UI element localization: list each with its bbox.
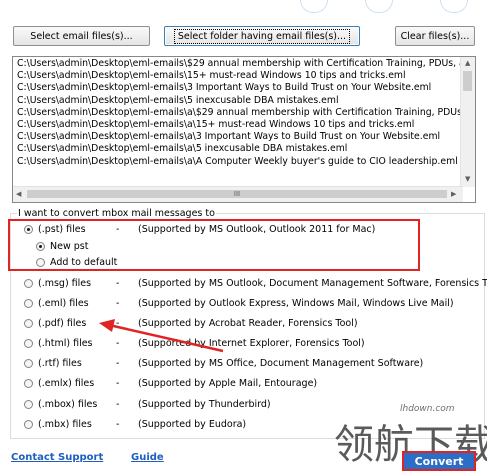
option-mbox[interactable]: (.mbox) files - (Supported by Thunderbir… [24,397,271,411]
radio-mbx[interactable] [24,419,33,429]
file-list-item[interactable]: C:\Users\admin\Desktop\eml-emails\a\15+ … [14,119,462,131]
file-list-item[interactable]: C:\Users\admin\Desktop\eml-emails\a\5 in… [14,143,462,155]
option-eml[interactable]: (.eml) files - (Supported by Outlook Exp… [24,296,454,310]
convert-label: Convert [414,454,464,468]
option-dash: - [116,297,120,309]
radio-html[interactable] [24,338,33,348]
decorative-header-shape [365,0,393,13]
decorative-header-shape [440,0,468,13]
option-desc: (Supported by Outlook Express, Windows M… [138,297,454,309]
option-desc: (Supported by Eudora) [138,418,247,430]
option-ext: (.mbx) files [38,418,92,430]
option-mbx[interactable]: (.mbx) files - (Supported by Eudora) [24,417,246,431]
file-list-rows: C:\Users\admin\Desktop\eml-emails\$29 an… [14,58,462,184]
decorative-header-shape [300,0,328,13]
horizontal-scrollbar[interactable]: ◀ III ▶ [13,186,463,202]
scroll-thumb-grip: III [233,190,241,198]
option-dash: - [116,377,120,389]
clear-files-button[interactable]: Clear files(s)... [395,26,475,46]
red-annotation-arrow-icon [99,319,224,353]
radio-emlx[interactable] [24,378,33,388]
select-folder-label: Select folder having email files(s)... [173,28,351,44]
radio-mbox[interactable] [24,399,33,409]
option-emlx[interactable]: (.emlx) files - (Supported by Apple Mail… [24,376,317,390]
file-list-item[interactable]: C:\Users\admin\Desktop\eml-emails\a\A Co… [14,156,462,168]
select-email-files-label: Select email files(s)... [30,30,133,42]
convert-options-legend: I want to convert mbox mail messages to [17,208,216,219]
file-list-item[interactable]: C:\Users\admin\Desktop\eml-emails\5 inex… [14,95,462,107]
scroll-right-arrow-icon[interactable]: ▶ [451,190,456,198]
watermark-url: lhdown.com [400,404,455,414]
option-desc: (Supported by MS Office, Document Manage… [138,357,424,369]
radio-msg[interactable] [24,278,33,288]
option-ext: (.rtf) files [38,357,82,369]
option-dash: - [116,418,120,430]
file-list-item[interactable]: C:\Users\admin\Desktop\eml-emails\15+ mu… [14,70,462,82]
option-desc: (Supported by Apple Mail, Entourage) [138,377,318,389]
file-list-item[interactable]: C:\Users\admin\Desktop\eml-emails\a\$29 … [14,107,462,119]
vertical-scrollbar[interactable]: ▲ ▼ [460,57,475,187]
clear-files-label: Clear files(s)... [400,30,470,42]
option-desc: (Supported by Thunderbird) [138,398,271,410]
option-dash: - [116,277,120,289]
scroll-down-arrow-icon[interactable]: ▼ [465,175,470,183]
option-ext: (.emlx) files [38,377,95,389]
option-desc: (Supported by MS Outlook, Document Manag… [138,277,487,289]
scroll-left-arrow-icon[interactable]: ◀ [16,190,21,198]
contact-support-link[interactable]: Contact Support [11,452,103,463]
vertical-scroll-thumb[interactable] [463,71,472,91]
highlight-box [8,219,420,271]
select-email-files-button[interactable]: Select email files(s)... [13,26,150,46]
radio-rtf[interactable] [24,358,33,368]
radio-pdf[interactable] [24,318,33,328]
option-dash: - [116,357,120,369]
select-folder-button[interactable]: Select folder having email files(s)... [164,26,360,46]
option-dash: - [116,398,120,410]
file-list-item[interactable]: C:\Users\admin\Desktop\eml-emails\3 Impo… [14,82,462,94]
convert-button[interactable]: Convert [402,451,476,471]
option-ext: (.msg) files [38,277,92,289]
file-list-item[interactable]: C:\Users\admin\Desktop\eml-emails\$29 an… [14,58,462,70]
scroll-up-arrow-icon[interactable]: ▲ [465,59,470,67]
guide-link[interactable]: Guide [131,452,164,463]
horizontal-scroll-thumb[interactable]: III [27,190,447,198]
option-msg[interactable]: (.msg) files - (Supported by MS Outlook,… [24,276,487,290]
radio-eml[interactable] [24,298,33,308]
option-ext: (.eml) files [38,297,89,309]
file-list-item[interactable]: C:\Users\admin\Desktop\eml-emails\a\3 Im… [14,131,462,143]
window-top-strip [0,0,487,18]
option-ext: (.mbox) files [38,398,98,410]
file-list[interactable]: C:\Users\admin\Desktop\eml-emails\$29 an… [12,56,476,203]
option-rtf[interactable]: (.rtf) files - (Supported by MS Office, … [24,356,423,370]
